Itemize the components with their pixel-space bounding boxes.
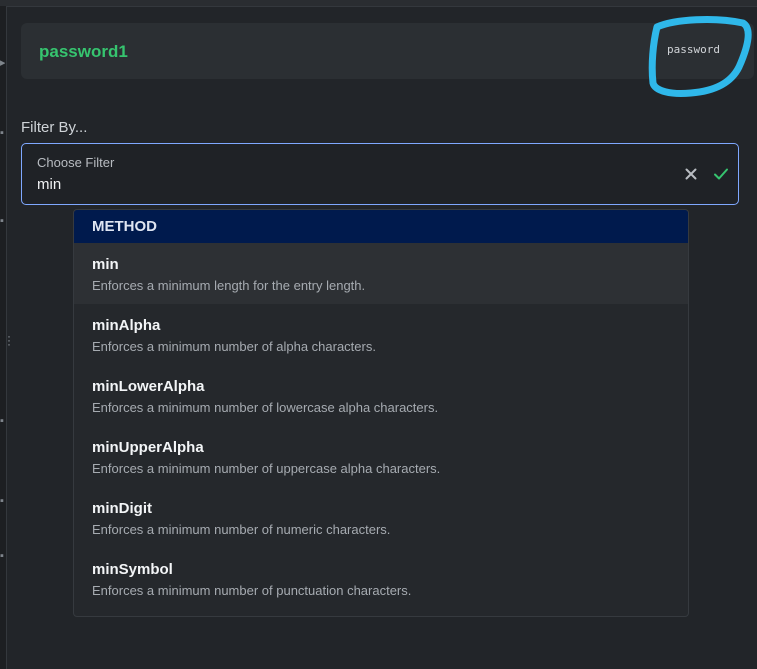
dropdown-option-minloweralpha[interactable]: minLowerAlpha Enforces a minimum number … [74,365,688,426]
option-name: min [92,256,119,273]
option-description: Enforces a minimum number of uppercase a… [92,461,441,476]
dropdown-option-mindigit[interactable]: minDigit Enforces a minimum number of nu… [74,487,688,548]
option-name: minLowerAlpha [92,378,205,395]
option-name: minAlpha [92,317,161,334]
filter-label: Filter By... [21,119,88,136]
check-icon[interactable] [712,165,730,183]
entry-card: password1 password [21,23,754,79]
option-description: Enforces a minimum length for the entry … [92,278,366,293]
left-gutter: ▸ ▪ ▪ ▪ ▪ ▪ [0,6,7,669]
entry-name: password1 [39,42,128,61]
gutter-mark: ▸ [0,58,5,69]
option-name: minDigit [92,500,152,517]
option-name: minSymbol [92,561,173,578]
option-description: Enforces a minimum number of punctuation… [92,583,412,598]
clear-icon[interactable] [683,166,699,182]
dropdown-option-minsymbol[interactable]: minSymbol Enforces a minimum number of p… [74,548,688,609]
filter-placeholder: Choose Filter [37,155,115,170]
option-name: minUpperAlpha [92,439,204,456]
drag-handle-icon[interactable]: · · · [7,330,11,350]
entry-type-badge: password [667,43,720,56]
dropdown-option-minupperalpha[interactable]: minUpperAlpha Enforces a minimum number … [74,426,688,487]
option-description: Enforces a minimum number of lowercase a… [92,400,439,415]
gutter-mark: ▪ [0,416,4,427]
option-description: Enforces a minimum number of alpha chara… [92,339,376,354]
gutter-mark: ▪ [0,496,4,507]
option-description: Enforces a minimum number of numeric cha… [92,522,391,537]
gutter-mark: ▪ [0,128,4,139]
dropdown-option-min[interactable]: min Enforces a minimum length for the en… [74,243,688,304]
filter-dropdown: METHOD min Enforces a minimum length for… [73,209,689,617]
window-top-bar [0,0,757,7]
dropdown-group-header: METHOD [74,210,688,243]
dropdown-option-minalpha[interactable]: minAlpha Enforces a minimum number of al… [74,304,688,365]
filter-input[interactable] [37,176,637,193]
filter-input-box[interactable]: Choose Filter [21,143,739,205]
gutter-mark: ▪ [0,551,4,562]
gutter-mark: ▪ [0,216,4,227]
